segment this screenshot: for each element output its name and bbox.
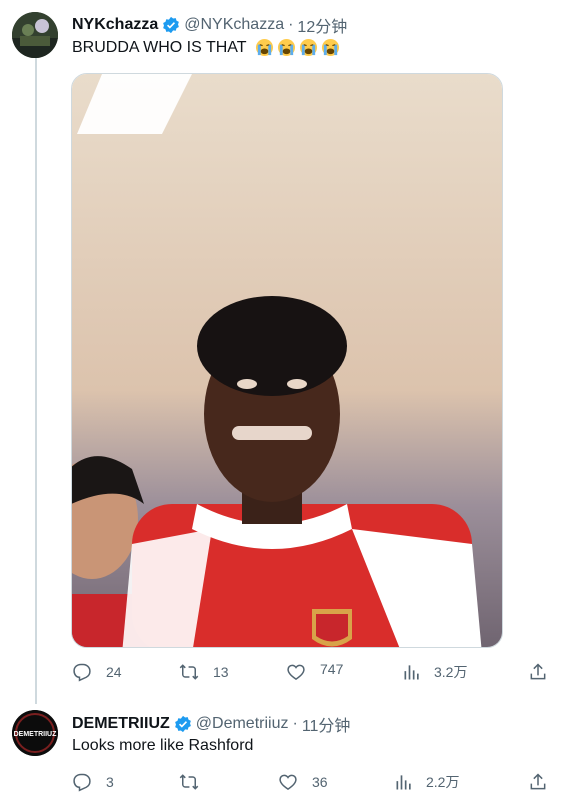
repost-icon xyxy=(179,664,199,680)
reply-button[interactable]: 24 xyxy=(72,662,122,682)
reply-count: 24 xyxy=(106,664,122,680)
share-icon xyxy=(530,773,546,790)
like-count: 36 xyxy=(312,774,328,790)
views-count: 3.2万 xyxy=(434,664,468,680)
tweet2-action-bar: 3 36 2.2万 xyxy=(72,772,548,796)
tweet2-text: Looks more like Rashford xyxy=(72,737,253,755)
reply-count: 3 xyxy=(106,774,114,790)
tweet1-handle[interactable]: @NYKchazza xyxy=(184,16,284,34)
repost-button[interactable]: 13 xyxy=(179,662,229,682)
views-button[interactable]: 2.2万 xyxy=(394,772,459,792)
views-button[interactable]: 3.2万 xyxy=(402,662,467,682)
tweet1-action-bar: 24 13 747 3.2万 xyxy=(72,662,548,686)
tweet1-author-name[interactable]: NYKchazza xyxy=(72,16,158,34)
loudly-crying-face-icon xyxy=(299,38,317,57)
tweet1-timestamp[interactable]: 12分钟 xyxy=(297,13,347,37)
tweet1-text-content: BRUDDA WHO IS THAT xyxy=(72,38,247,56)
thread-connector-line xyxy=(35,58,37,704)
tweet2-author-name[interactable]: DEMETRIIUZ xyxy=(72,715,170,733)
tweet1-header: NYKchazza @NYKchazza · 12分钟 xyxy=(72,13,347,37)
views-count: 2.2万 xyxy=(426,774,460,790)
repost-button[interactable] xyxy=(179,772,213,792)
tweet2-separator: · xyxy=(292,715,298,732)
share-button[interactable] xyxy=(528,662,548,682)
reply-button[interactable]: 3 xyxy=(72,772,114,792)
loudly-crying-face-icon xyxy=(277,38,295,57)
verified-badge-icon xyxy=(163,16,180,34)
reply-icon xyxy=(73,663,91,682)
analytics-icon xyxy=(404,665,419,680)
avatar-logo-text: DEMETRIIUZ xyxy=(14,731,58,738)
share-icon xyxy=(530,663,546,680)
verified-badge-icon xyxy=(174,715,191,733)
tweet2-header: DEMETRIIUZ @Demetriiuz · 11分钟 xyxy=(72,712,350,736)
like-button[interactable]: 747 xyxy=(286,662,343,682)
repost-count: 13 xyxy=(213,664,229,680)
loudly-crying-face-icon xyxy=(255,38,273,57)
heart-icon xyxy=(287,664,305,680)
tweet2-handle[interactable]: @Demetriiuz xyxy=(196,715,289,733)
like-count: 747 xyxy=(320,662,344,677)
tweet1-separator: · xyxy=(288,16,294,33)
avatar-demetriiuz[interactable]: DEMETRIIUZ xyxy=(12,710,58,756)
tweet1-media-photo[interactable] xyxy=(71,73,503,648)
tweet2-text-content: Looks more like Rashford xyxy=(72,737,254,754)
reply-icon xyxy=(73,773,91,792)
loudly-crying-face-icon xyxy=(321,38,339,57)
repost-icon xyxy=(179,774,199,790)
tweet1-text: BRUDDA WHO IS THAT xyxy=(72,38,340,57)
analytics-icon xyxy=(396,775,411,790)
avatar-nykchazza[interactable] xyxy=(12,12,58,58)
heart-icon xyxy=(279,774,297,790)
like-button[interactable]: 36 xyxy=(278,772,328,792)
tweet2-timestamp[interactable]: 11分钟 xyxy=(302,712,351,736)
share-button[interactable] xyxy=(528,772,548,792)
